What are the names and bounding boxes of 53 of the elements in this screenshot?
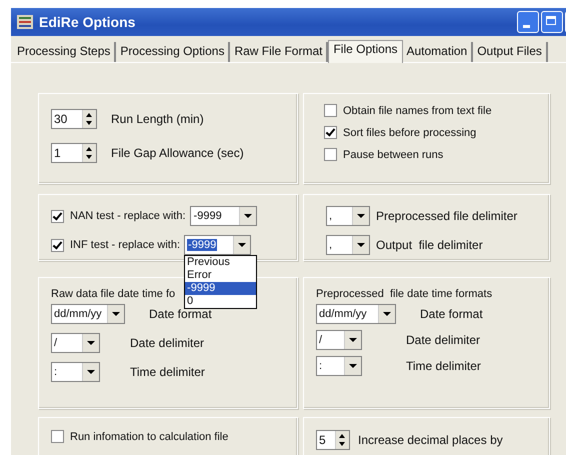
- dropdown-option[interactable]: Error: [185, 269, 256, 282]
- spin-arrows-icon[interactable]: [335, 431, 349, 449]
- checkbox-label: NAN test - replace with:: [70, 210, 186, 222]
- combo-box[interactable]: dd/mm/yy: [316, 304, 396, 324]
- section-title: Preprocessed file date time formats: [316, 288, 492, 300]
- combo-box[interactable]: dd/mm/yy: [51, 304, 125, 324]
- window-title: EdiRe Options: [39, 14, 136, 30]
- section-title: Raw data file date time fo: [51, 288, 176, 300]
- dropdown-option[interactable]: Previous: [185, 256, 256, 269]
- checkbox-label: Pause between runs: [343, 148, 444, 160]
- checkbox-label: INF test - replace with:: [70, 239, 180, 251]
- combo-box[interactable]: :: [51, 362, 100, 382]
- minimize-button[interactable]: [517, 11, 539, 33]
- field-label: Increase decimal places by: [358, 433, 503, 447]
- tab[interactable]: Processing Options: [116, 42, 230, 62]
- field-label: Date delimiter: [130, 336, 204, 350]
- field-label: Date delimiter: [406, 333, 480, 347]
- combo-box[interactable]: /: [316, 330, 362, 350]
- field-label: Date format: [149, 307, 212, 321]
- spin-arrows-icon[interactable]: [82, 110, 96, 128]
- field-label: Date format: [420, 307, 483, 321]
- spinner-field[interactable]: 1: [51, 143, 97, 163]
- checkbox-label: Sort files before processing: [343, 126, 476, 138]
- combo-box[interactable]: :: [316, 356, 362, 376]
- maximize-button[interactable]: [541, 11, 563, 33]
- checkbox[interactable]: [324, 126, 337, 139]
- checkbox[interactable]: [324, 104, 337, 117]
- tab[interactable]: File Options: [328, 40, 402, 63]
- dropdown-option[interactable]: -9999: [185, 282, 256, 295]
- checkbox[interactable]: [51, 238, 64, 252]
- checkbox[interactable]: [51, 430, 64, 443]
- combo-box[interactable]: /: [51, 333, 100, 353]
- spinner-field[interactable]: 5: [316, 430, 350, 450]
- spin-arrows-icon[interactable]: [82, 144, 96, 162]
- field-label: File Gap Allowance (sec): [111, 146, 244, 160]
- tab[interactable]: Output Files: [473, 42, 548, 62]
- field-label: Preprocessed file delimiter: [376, 209, 518, 223]
- field-label: Output file delimiter: [376, 238, 483, 252]
- checkbox[interactable]: [51, 210, 64, 222]
- combo-box[interactable]: -9999: [190, 206, 257, 226]
- field-label: Time delimiter: [406, 359, 481, 373]
- field-label: Time delimiter: [130, 365, 205, 379]
- dropdown-option[interactable]: 0: [185, 295, 256, 308]
- spinner-field[interactable]: 30: [51, 109, 97, 129]
- app-icon: [17, 15, 33, 29]
- checkbox-label: Obtain file names from text file: [343, 104, 492, 116]
- checkbox-label: Run infomation to calculation file: [70, 430, 228, 442]
- combo-box[interactable]: ,: [326, 235, 370, 255]
- field-label: Run Length (min): [111, 112, 204, 126]
- tab[interactable]: Automation: [402, 42, 474, 62]
- checkbox[interactable]: [324, 148, 337, 161]
- tab[interactable]: Processing Steps: [13, 42, 116, 62]
- combo-box[interactable]: ,: [326, 206, 370, 226]
